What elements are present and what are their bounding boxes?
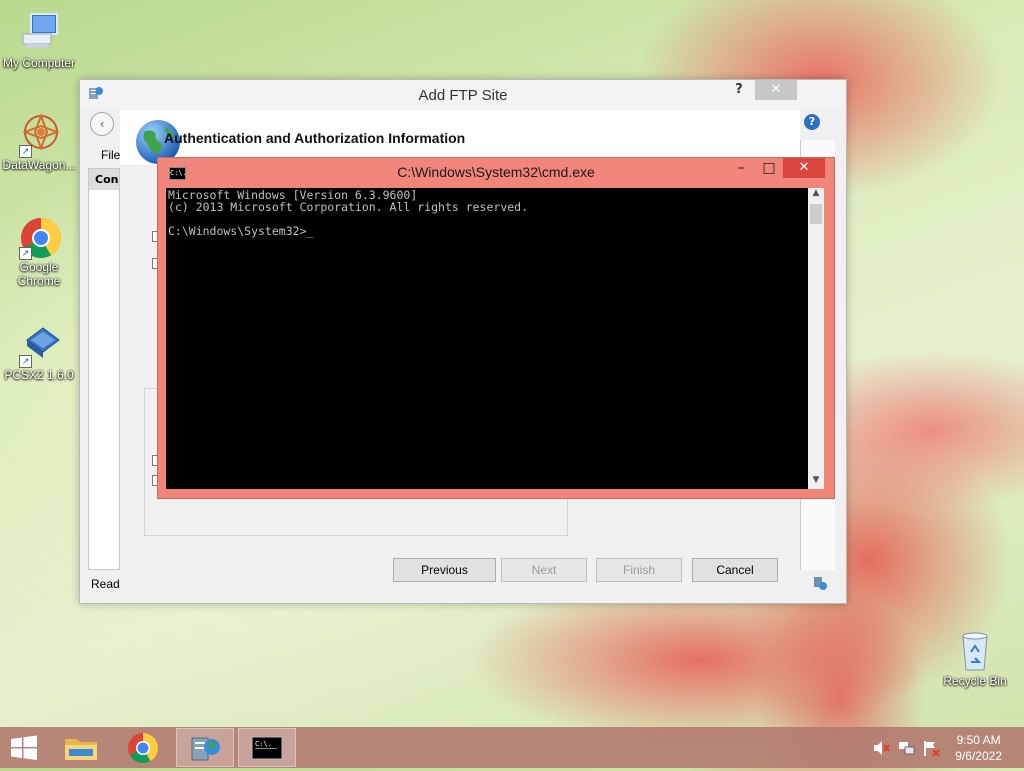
back-button[interactable]: ‹ <box>90 112 114 136</box>
background-menu-file[interactable]: File <box>101 148 120 162</box>
taskbar-iis-manager[interactable] <box>176 728 234 767</box>
connections-header: Conn <box>89 169 119 190</box>
recycle-bin-icon <box>953 628 997 672</box>
scroll-thumb[interactable] <box>810 204 822 224</box>
wizard-page-title: Authentication and Authorization Informa… <box>164 130 466 146</box>
console-line: (c) 2013 Microsoft Corporation. All righ… <box>168 200 529 214</box>
cmd-titlebar[interactable]: C:\. C:\Windows\System32\cmd.exe – □ ✕ <box>158 158 834 188</box>
shortcut-arrow-icon: ↗ <box>19 145 32 158</box>
console-prompt-line: C:\Windows\System32>_ <box>168 224 314 238</box>
background-help-icon[interactable]: ? <box>804 114 820 130</box>
start-button[interactable] <box>0 728 58 767</box>
finish-button[interactable]: Finish <box>596 558 682 582</box>
taskbar: C:\. 9:50 AM 9/6/2022 <box>0 727 1024 768</box>
taskbar-chrome[interactable] <box>114 728 172 767</box>
cmd-close-button[interactable]: ✕ <box>783 158 825 178</box>
clock-time: 9:50 AM <box>956 733 1001 747</box>
desktop-icon-google-chrome[interactable]: ↗ Google Chrome <box>0 214 78 288</box>
desktop-icon-datawagon[interactable]: ↗ DataWagon... <box>0 112 78 172</box>
datawagon-icon: ↗ <box>17 112 61 158</box>
ftp-dialog-titlebar[interactable]: Add FTP Site ? ✕ <box>80 80 846 110</box>
file-explorer-icon <box>65 739 97 760</box>
desktop-icon-pcsx2[interactable]: ↗ PCSX2 1.6.0 <box>0 322 78 382</box>
previous-button[interactable]: Previous <box>393 558 496 582</box>
taskbar-cmd[interactable]: C:\. <box>238 728 296 767</box>
desktop-icon-label: Recycle Bin <box>943 674 1007 688</box>
system-clock[interactable]: 9:50 AM 9/6/2022 <box>955 732 1002 764</box>
ftp-close-button[interactable]: ✕ <box>755 80 797 100</box>
cmd-console-output[interactable]: Microsoft Windows [Version 6.3.9600] (c) … <box>166 188 808 489</box>
iis-manager-icon <box>191 737 220 761</box>
background-status-text: Read <box>91 577 120 591</box>
pcsx2-icon: ↗ <box>17 322 61 368</box>
scroll-up-arrow[interactable]: ▲ <box>808 188 824 202</box>
svg-text:C:\.: C:\. <box>255 740 272 748</box>
desktop-icon-label: My Computer <box>2 56 76 70</box>
background-connections-pane: Conn <box>88 168 120 570</box>
next-button[interactable]: Next <box>501 558 587 582</box>
scroll-down-arrow[interactable]: ▼ <box>808 475 824 489</box>
clock-date: 9/6/2022 <box>955 749 1002 763</box>
start-icon <box>11 735 37 760</box>
desktop-icon-label: Google Chrome <box>17 260 61 288</box>
action-center-flag-icon[interactable] <box>922 739 940 757</box>
chrome-icon <box>128 733 158 764</box>
help-button[interactable]: ? <box>728 80 750 100</box>
desktop-icon-label: DataWagon... <box>2 158 76 172</box>
cmd-window: C:\. C:\Windows\System32\cmd.exe – □ ✕ M… <box>157 157 835 499</box>
desktop-icon-my-computer[interactable]: My Computer <box>0 10 78 70</box>
cmd-maximize-button[interactable]: □ <box>758 160 780 178</box>
desktop-icon-label: PCSX2 1.6.0 <box>4 368 74 382</box>
shortcut-arrow-icon: ↗ <box>19 247 32 260</box>
chrome-icon: ↗ <box>17 214 61 260</box>
volume-muted-icon[interactable] <box>872 739 890 757</box>
cmd-scrollbar[interactable]: ▲ ▼ <box>808 188 824 489</box>
cmd-icon: C:\. <box>251 736 283 760</box>
desktop-icon-recycle-bin[interactable]: Recycle Bin <box>936 628 1014 688</box>
computer-icon <box>17 10 61 54</box>
shortcut-arrow-icon: ↗ <box>19 355 32 368</box>
cancel-button[interactable]: Cancel <box>692 558 778 582</box>
cmd-minimize-button[interactable]: – <box>730 160 752 178</box>
network-status-icon <box>812 575 828 591</box>
network-icon[interactable] <box>898 739 916 757</box>
taskbar-file-explorer[interactable] <box>52 728 110 767</box>
